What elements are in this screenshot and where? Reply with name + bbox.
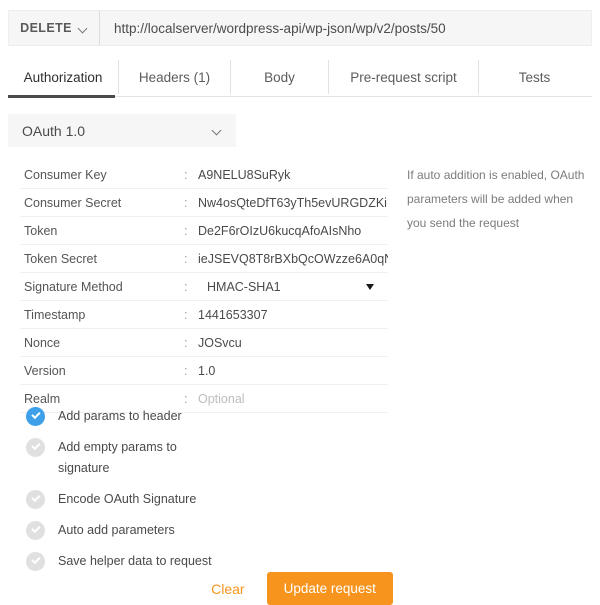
field-row-consumer-key: Consumer Key : A9NELU8SuRyk xyxy=(20,161,388,189)
option-auto-add-parameters[interactable]: Auto add parameters xyxy=(26,520,326,541)
field-separator: : xyxy=(184,363,188,378)
tabs-divider xyxy=(115,96,592,97)
option-encode-oauth-signature[interactable]: Encode OAuth Signature xyxy=(26,489,326,510)
option-label: Add params to header xyxy=(58,409,182,423)
field-row-timestamp: Timestamp : 1441653307 xyxy=(20,301,388,329)
tab-pre-request-script[interactable]: Pre-request script xyxy=(328,60,478,94)
chevron-down-icon xyxy=(213,126,222,135)
realm-input[interactable]: Optional xyxy=(198,392,388,406)
field-label: Realm xyxy=(24,391,61,406)
url-input[interactable]: http://localserver/wordpress-api/wp-json… xyxy=(100,11,591,45)
clear-button[interactable]: Clear xyxy=(207,575,248,603)
tab-tests[interactable]: Tests xyxy=(478,60,590,94)
checkbox-unchecked-icon[interactable] xyxy=(26,552,45,571)
option-save-helper-data-to-request[interactable]: Save helper data to request xyxy=(26,551,326,572)
field-label: Consumer Secret xyxy=(24,195,122,210)
field-separator: : xyxy=(184,307,188,322)
field-separator: : xyxy=(184,223,188,238)
checkbox-unchecked-icon[interactable] xyxy=(26,438,45,457)
oauth-options-list: Add params to header Add empty params to… xyxy=(26,406,326,582)
checkbox-unchecked-icon[interactable] xyxy=(26,490,45,509)
field-label: Timestamp xyxy=(24,307,86,322)
request-tabs: Authorization Headers (1) Body Pre-reque… xyxy=(8,60,592,98)
field-separator: : xyxy=(184,251,188,266)
signature-method-select[interactable]: HMAC-SHA1 xyxy=(198,280,388,294)
auth-type-select[interactable]: OAuth 1.0 xyxy=(8,114,236,147)
field-row-nonce: Nonce : JOSvcu xyxy=(20,329,388,357)
tab-headers[interactable]: Headers (1) xyxy=(118,60,230,94)
chevron-down-icon xyxy=(79,24,88,33)
checkbox-checked-icon[interactable] xyxy=(26,407,45,426)
field-label: Nonce xyxy=(24,335,61,350)
update-request-button[interactable]: Update request xyxy=(266,572,393,605)
field-separator: : xyxy=(184,391,188,406)
checkbox-unchecked-icon[interactable] xyxy=(26,521,45,540)
request-url-bar: DELETE http://localserver/wordpress-api/… xyxy=(8,10,592,46)
option-label: Save helper data to request xyxy=(58,554,212,568)
option-add-params-to-header[interactable]: Add params to header xyxy=(26,406,326,427)
tab-body[interactable]: Body xyxy=(230,60,328,94)
auth-type-label: OAuth 1.0 xyxy=(22,122,86,139)
active-tab-indicator xyxy=(8,95,115,98)
option-label: Auto add parameters xyxy=(58,523,175,537)
field-separator: : xyxy=(184,167,188,182)
option-label: Add empty params to signature xyxy=(58,440,177,475)
field-row-token: Token : De2F6rOIzU6kucqAfoAIsNho xyxy=(20,217,388,245)
field-separator: : xyxy=(184,335,188,350)
field-label: Signature Method xyxy=(24,279,123,294)
field-label: Consumer Key xyxy=(24,167,107,182)
nonce-input[interactable]: JOSvcu xyxy=(198,336,388,350)
field-separator: : xyxy=(184,279,188,294)
field-separator: : xyxy=(184,195,188,210)
caret-down-icon[interactable] xyxy=(366,284,374,290)
http-method-label: DELETE xyxy=(20,21,72,35)
consumer-secret-input[interactable]: Nw4osQteDfT63yTh5evURGDZKi xyxy=(198,196,388,210)
token-secret-input[interactable]: ieJSEVQ8T8rBXbQcOWzze6A0qN xyxy=(198,252,388,266)
field-row-token-secret: Token Secret : ieJSEVQ8T8rBXbQcOWzze6A0q… xyxy=(20,245,388,273)
form-actions: Clear Update request xyxy=(0,572,600,605)
consumer-key-input[interactable]: A9NELU8SuRyk xyxy=(198,168,388,182)
tab-authorization[interactable]: Authorization xyxy=(8,60,118,94)
field-row-version: Version : 1.0 xyxy=(20,357,388,385)
field-label: Token xyxy=(24,223,58,238)
token-input[interactable]: De2F6rOIzU6kucqAfoAIsNho xyxy=(198,224,388,238)
field-row-signature-method: Signature Method : HMAC-SHA1 xyxy=(20,273,388,301)
oauth-fields-table: Consumer Key : A9NELU8SuRyk Consumer Sec… xyxy=(20,161,388,413)
http-method-select[interactable]: DELETE xyxy=(9,11,100,45)
option-label: Encode OAuth Signature xyxy=(58,492,197,506)
field-row-consumer-secret: Consumer Secret : Nw4osQteDfT63yTh5evURG… xyxy=(20,189,388,217)
timestamp-input[interactable]: 1441653307 xyxy=(198,308,388,322)
field-label: Version xyxy=(24,363,66,378)
version-input[interactable]: 1.0 xyxy=(198,364,388,378)
field-label: Token Secret xyxy=(24,251,97,266)
auth-help-text: If auto addition is enabled, OAuth param… xyxy=(407,168,585,230)
option-add-empty-params-to-signature[interactable]: Add empty params to signature xyxy=(26,437,326,479)
